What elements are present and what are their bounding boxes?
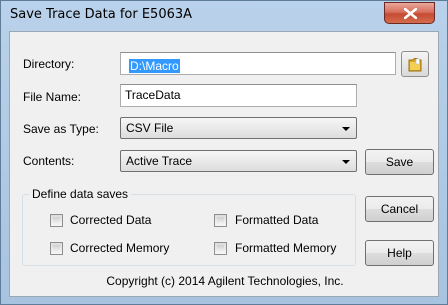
save-as-type-value: CSV File [126, 121, 174, 135]
help-button[interactable]: Help [365, 240, 434, 266]
directory-label: Directory: [23, 57, 75, 71]
close-button[interactable] [384, 2, 435, 24]
define-data-saves-group [22, 194, 356, 266]
directory-input[interactable]: D:\Macro [120, 52, 396, 75]
save-button[interactable]: Save [365, 149, 434, 175]
corrected-memory-checkbox[interactable] [50, 242, 63, 255]
title-bar[interactable]: Save Trace Data for E5063A [1, 1, 447, 31]
chevron-down-icon [342, 127, 350, 131]
corrected-data-checkbox[interactable] [50, 214, 63, 227]
cancel-button[interactable]: Cancel [365, 196, 434, 222]
copyright-text: Copyright (c) 2014 Agilent Technologies,… [106, 274, 344, 288]
contents-select[interactable]: Active Trace [120, 150, 357, 172]
dialog-body: Directory: D:\Macro File Name: TraceData… [9, 31, 439, 297]
file-name-input[interactable]: TraceData [120, 84, 357, 107]
window-title: Save Trace Data for E5063A [10, 7, 193, 22]
corrected-data-label[interactable]: Corrected Data [70, 213, 151, 227]
formatted-memory-checkbox[interactable] [214, 242, 227, 255]
close-icon [404, 8, 417, 19]
contents-label: Contents: [23, 154, 75, 168]
save-as-type-label: Save as Type: [23, 122, 99, 136]
contents-value: Active Trace [126, 154, 193, 168]
folder-icon [408, 58, 422, 72]
directory-value: D:\Macro [129, 59, 180, 73]
corrected-memory-label[interactable]: Corrected Memory [70, 241, 169, 255]
formatted-data-label[interactable]: Formatted Data [235, 213, 318, 227]
save-as-type-select[interactable]: CSV File [120, 117, 357, 139]
chevron-down-icon [342, 160, 350, 164]
file-name-value: TraceData [125, 88, 181, 102]
save-trace-dialog: Save Trace Data for E5063A Directory: D:… [0, 0, 448, 305]
browse-folder-button[interactable] [401, 51, 429, 77]
group-title: Define data saves [29, 187, 132, 201]
formatted-data-checkbox[interactable] [214, 214, 227, 227]
file-name-label: File Name: [23, 90, 82, 104]
formatted-memory-label[interactable]: Formatted Memory [235, 241, 336, 255]
